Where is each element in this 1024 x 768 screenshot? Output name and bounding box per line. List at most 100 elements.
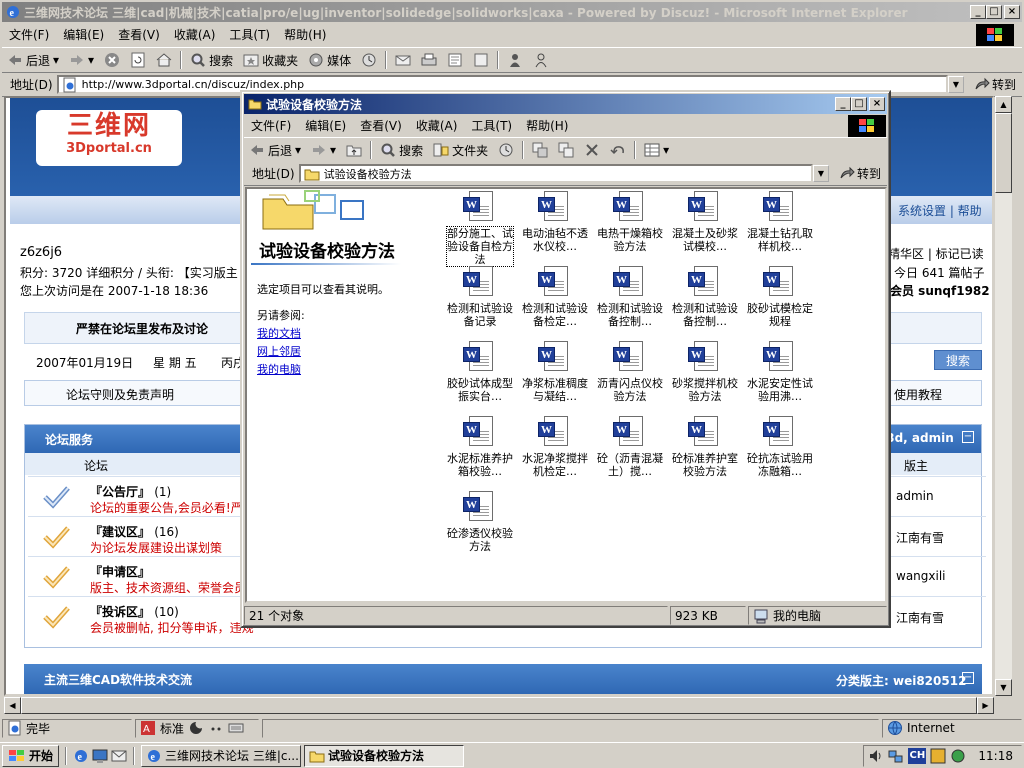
file-item[interactable]: W 胶砂试体成型振实台… <box>447 341 513 403</box>
minimize-button[interactable]: _ <box>970 5 986 19</box>
file-item[interactable]: W 混凝土钻孔取样机校… <box>747 191 813 253</box>
menu-view[interactable]: 查看(V) <box>353 117 409 134</box>
search-button[interactable]: 搜索 <box>185 49 238 71</box>
board-name[interactable]: 『申请区』 <box>90 565 150 579</box>
desktop-icon[interactable] <box>92 748 108 764</box>
folders-button[interactable]: 文件夹 <box>428 139 493 161</box>
ime-mode[interactable]: 标准 <box>160 720 184 737</box>
ime-tray-icon[interactable] <box>930 748 946 764</box>
file-item[interactable]: W 电热干燥箱校验方法 <box>597 191 663 253</box>
board-name[interactable]: 『公告厅』 <box>90 485 150 499</box>
edit-button[interactable] <box>442 49 468 71</box>
file-item[interactable]: W 部分施工、试验设备自检方法 <box>446 191 514 267</box>
menu-file[interactable]: 文件(F) <box>244 117 298 134</box>
scroll-thumb[interactable] <box>995 113 1012 193</box>
ie-vertical-scrollbar[interactable]: ▲ ▼ <box>995 96 1012 696</box>
board-mod[interactable]: 江南有雪 <box>896 529 944 546</box>
task-ie[interactable]: e 三维网技术论坛 三维|c... <box>141 744 302 767</box>
collapse-toggle[interactable]: − <box>962 431 974 443</box>
copy-to-button[interactable] <box>553 139 579 161</box>
close-button[interactable]: × <box>869 97 885 111</box>
forum-nav-links[interactable]: 系统设置 | 帮助 <box>898 202 982 219</box>
refresh-button[interactable] <box>125 49 151 71</box>
ime-bar[interactable]: A 标准 <box>135 718 259 738</box>
views-button[interactable]: ▾ <box>639 139 674 161</box>
history-button[interactable] <box>493 139 519 161</box>
up-button[interactable] <box>341 139 367 161</box>
file-item[interactable]: W 检测和试验设备控制… <box>597 266 663 328</box>
board-name[interactable]: 『建议区』 <box>90 525 150 539</box>
network-icon[interactable] <box>888 748 904 764</box>
link-my-computer[interactable]: 我的电脑 <box>257 361 301 377</box>
file-item[interactable]: W 检测和试验设备控制… <box>672 266 738 328</box>
scroll-down-button[interactable]: ▼ <box>995 679 1012 696</box>
board-mod[interactable]: wangxili <box>896 569 946 583</box>
file-item[interactable]: W 净浆标准稠度与凝结… <box>522 341 588 403</box>
rules-link[interactable]: 论坛守则及免责声明 <box>66 386 174 403</box>
ie-horizontal-scrollbar[interactable]: ◀ ▶ <box>4 697 994 714</box>
discuss-button[interactable] <box>468 49 494 71</box>
file-item[interactable]: W 水泥标准养护箱校验… <box>447 416 513 478</box>
media-button[interactable]: 媒体 <box>303 49 356 71</box>
address-input[interactable]: 试验设备校验方法 <box>298 164 813 183</box>
tutorial-link[interactable]: 使用教程 <box>894 386 942 403</box>
address-dropdown[interactable]: ▼ <box>947 76 964 93</box>
file-item[interactable]: W 砼（沥青混凝土）搅… <box>597 416 663 478</box>
ie-titlebar[interactable]: e 三维网技术论坛 三维|cad|机械|技术|catia|pro/e|ug|in… <box>2 2 1022 22</box>
collapse-toggle[interactable]: − <box>962 672 974 684</box>
user-button[interactable] <box>528 49 554 71</box>
file-item[interactable]: W 水泥净浆搅拌机检定… <box>522 416 588 478</box>
volume-icon[interactable] <box>868 748 884 764</box>
username[interactable]: z6z6j6 <box>20 245 62 260</box>
board-mod[interactable]: 江南有雪 <box>896 609 944 626</box>
file-item[interactable]: W 混凝土及砂浆试模校… <box>672 191 738 253</box>
file-item[interactable]: W 水泥安定性试验用沸… <box>747 341 813 403</box>
file-item[interactable]: W 砼抗冻试验用冻融箱… <box>747 416 813 478</box>
task-explorer[interactable]: 试验设备校验方法 <box>304 744 465 767</box>
print-button[interactable] <box>416 49 442 71</box>
file-item[interactable]: W 砼渗透仪校验方法 <box>447 491 513 553</box>
file-item[interactable]: W 检测和试验设备检定… <box>522 266 588 328</box>
forward-button[interactable]: ▾ <box>64 49 99 71</box>
mail-button[interactable] <box>390 49 416 71</box>
menu-edit[interactable]: 编辑(E) <box>56 26 111 43</box>
history-button[interactable] <box>356 49 382 71</box>
outlook-icon[interactable] <box>111 748 127 764</box>
explorer-titlebar[interactable]: 试验设备校验方法 _ □ × <box>244 94 887 114</box>
back-button[interactable]: 后退 ▾ <box>2 49 64 71</box>
stop-button[interactable] <box>99 49 125 71</box>
menu-edit[interactable]: 编辑(E) <box>298 117 353 134</box>
file-item[interactable]: W 电动油毡不透水仪校… <box>522 191 588 253</box>
board-name[interactable]: 『投诉区』 <box>90 605 150 619</box>
maximize-button[interactable]: □ <box>986 5 1002 19</box>
ie-quicklaunch-icon[interactable]: e <box>73 748 89 764</box>
go-button[interactable]: 转到 <box>833 165 887 182</box>
home-button[interactable] <box>151 49 177 71</box>
search-button[interactable]: 搜索 <box>375 139 428 161</box>
scroll-right-button[interactable]: ▶ <box>977 697 994 714</box>
file-item[interactable]: W 砼标准养护室校验方法 <box>672 416 738 478</box>
board-mod[interactable]: admin <box>896 489 934 503</box>
messenger-button[interactable] <box>502 49 528 71</box>
clock[interactable]: 11:18 <box>978 749 1013 763</box>
delete-button[interactable] <box>579 139 605 161</box>
menu-help[interactable]: 帮助(H) <box>519 117 575 134</box>
newest-member[interactable]: 会员 sunqf1982 <box>890 282 990 299</box>
antivirus-icon[interactable] <box>950 748 966 764</box>
menu-favorites[interactable]: 收藏(A) <box>167 26 223 43</box>
header-links[interactable]: 精华区 | 标记已读 <box>888 245 984 262</box>
scroll-up-button[interactable]: ▲ <box>995 96 1012 113</box>
section2-mods[interactable]: 分类版主: wei820512 <box>836 672 966 689</box>
forum-search-button[interactable]: 搜索 <box>934 350 982 370</box>
minimize-button[interactable]: _ <box>835 97 851 111</box>
maximize-button[interactable]: □ <box>851 97 867 111</box>
address-dropdown[interactable]: ▼ <box>812 165 829 182</box>
undo-button[interactable] <box>605 139 631 161</box>
link-my-documents[interactable]: 我的文档 <box>257 325 301 341</box>
input-language-icon[interactable]: CH <box>908 748 927 764</box>
menu-view[interactable]: 查看(V) <box>111 26 167 43</box>
move-to-button[interactable] <box>527 139 553 161</box>
hscroll-thumb[interactable] <box>21 697 977 714</box>
favorites-button[interactable]: 收藏夹 <box>238 49 303 71</box>
file-item[interactable]: W 沥青闪点仪校验方法 <box>597 341 663 403</box>
